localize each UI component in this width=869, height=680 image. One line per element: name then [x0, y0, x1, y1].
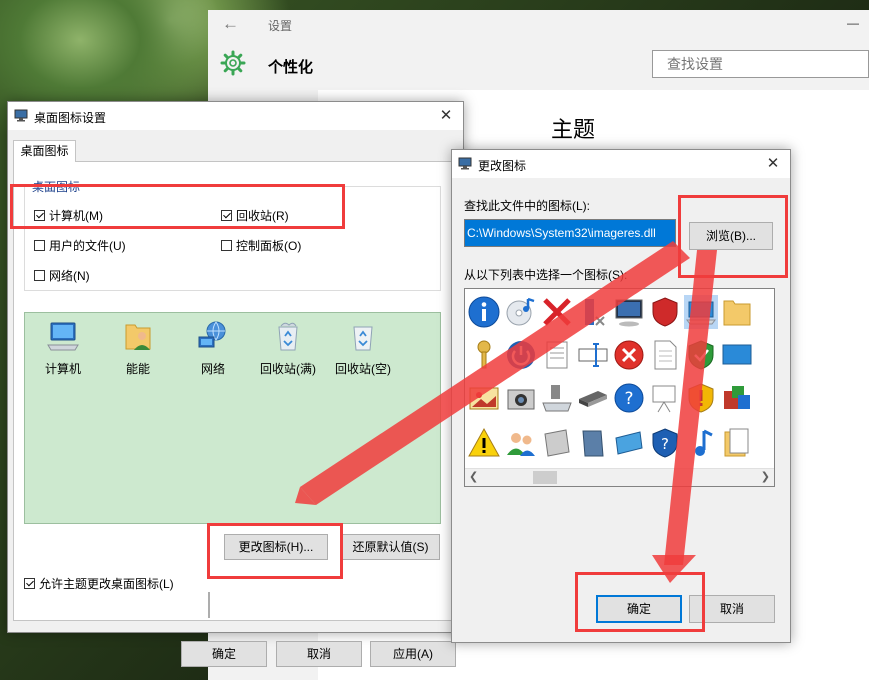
select-icon-label: 从以下列表中选择一个图标(S):: [464, 268, 628, 282]
svg-text:?: ?: [661, 435, 669, 453]
annotation-box-browse: [678, 195, 788, 278]
network-icon: [198, 321, 226, 348]
settings-window-title: 设置: [268, 19, 293, 33]
icon-label: 网络: [200, 362, 225, 376]
apply-button[interactable]: 应用(A): [370, 641, 456, 667]
key-icon[interactable]: [467, 338, 501, 372]
scanner-icon[interactable]: [576, 381, 610, 415]
annotation-box-checkboxes: [10, 184, 345, 229]
tab-desktop-icons[interactable]: 桌面图标: [13, 140, 76, 162]
icon-label: 能能: [125, 362, 150, 376]
icon-file-path-input[interactable]: C:\Windows\System32\imageres.dll: [464, 219, 676, 247]
settings-section-title: 个性化: [268, 59, 314, 76]
tower-icon[interactable]: [540, 426, 574, 460]
shield-help-icon[interactable]: ?: [648, 426, 682, 460]
checkbox-user-files[interactable]: 用户的文件(U): [34, 237, 126, 253]
restore-default-button[interactable]: 还原默认值(S): [341, 534, 440, 560]
settings-header: 个性化: [208, 40, 869, 90]
checkbox-network-box[interactable]: [34, 269, 45, 281]
icon-list[interactable]: ? ? ❮ ❯: [464, 288, 775, 487]
computer-icon: [47, 322, 79, 351]
checkbox-label: 网络(N): [49, 268, 90, 283]
checkbox-allow-theme-box[interactable]: [24, 577, 35, 589]
dialog-title: 桌面图标设置: [34, 111, 107, 125]
icon-label: 计算机: [44, 362, 81, 376]
close-icon[interactable]: ✕: [764, 154, 782, 172]
rename-field-icon[interactable]: [576, 338, 610, 372]
list-item[interactable]: 网络: [178, 319, 248, 377]
list-item[interactable]: 能能: [103, 319, 173, 377]
checkbox-network[interactable]: 网络(N): [34, 267, 90, 283]
annotation-box-ok: [575, 572, 705, 632]
recycle-bin-full-icon: [278, 322, 298, 351]
find-icon-label: 查找此文件中的图标(L):: [464, 199, 591, 213]
programs-icon[interactable]: [720, 381, 754, 415]
monitor-icon[interactable]: [612, 295, 646, 329]
users-icon[interactable]: [504, 426, 538, 460]
warning-icon[interactable]: [467, 426, 501, 460]
list-item[interactable]: 计算机: [28, 319, 98, 377]
documents-icon[interactable]: [720, 426, 754, 460]
screen-icon[interactable]: [720, 338, 754, 372]
shield-red-icon[interactable]: [648, 295, 682, 329]
shield-warning-icon[interactable]: [684, 381, 718, 415]
blank-document-icon[interactable]: [648, 338, 682, 372]
dialog-titlebar: 更改图标 ✕: [452, 150, 790, 178]
checkbox-control-panel-box[interactable]: [221, 239, 232, 251]
monitor-icon: [458, 157, 472, 170]
dialog-titlebar: 桌面图标设置 ✕: [8, 102, 463, 130]
camera-icon[interactable]: [504, 381, 538, 415]
list-item[interactable]: 回收站(满): [253, 319, 323, 377]
cancel-button[interactable]: 取消: [276, 641, 362, 667]
music-note-icon[interactable]: [684, 426, 718, 460]
desktop-icon-preview-list[interactable]: 计算机 能能 网络 回收站(满) 回收站(空): [24, 312, 441, 524]
folder-icon[interactable]: [720, 295, 754, 329]
list-item[interactable]: 回收站(空): [328, 319, 398, 377]
display-settings-icon[interactable]: [612, 426, 646, 460]
shield-green-icon[interactable]: [684, 338, 718, 372]
horizontal-scrollbar[interactable]: ❮ ❯: [465, 468, 774, 486]
help-icon[interactable]: ?: [612, 381, 646, 415]
close-icon[interactable]: ✕: [437, 106, 455, 124]
checkbox-allow-theme[interactable]: 允许主题更改桌面图标(L): [24, 575, 174, 591]
annotation-box-change-icon: [207, 523, 343, 579]
drive-icon[interactable]: [540, 381, 574, 415]
minimize-icon[interactable]: —: [843, 16, 863, 30]
search-input[interactable]: [665, 55, 860, 73]
power-icon[interactable]: [504, 338, 538, 372]
media-disc-icon[interactable]: [504, 295, 538, 329]
checkbox-label: 允许主题更改桌面图标(L): [39, 576, 174, 591]
gear-icon: [220, 50, 246, 76]
back-arrow-icon[interactable]: ←: [222, 14, 239, 34]
settings-titlebar: ← 设置 —: [208, 10, 869, 40]
checkbox-label: 控制面板(O): [236, 238, 302, 253]
checkbox-control-panel[interactable]: 控制面板(O): [221, 237, 301, 253]
content-title: 主题: [551, 117, 596, 142]
selected-monitor-icon[interactable]: [684, 295, 718, 329]
scroll-right-icon[interactable]: ❯: [761, 470, 770, 483]
presentation-icon[interactable]: [648, 381, 682, 415]
info-icon[interactable]: [467, 295, 501, 329]
user-folder-icon: [125, 324, 151, 350]
dialog-title: 更改图标: [478, 159, 527, 173]
picture-icon[interactable]: [467, 381, 501, 415]
svg-text:?: ?: [624, 389, 633, 409]
ok-button[interactable]: 确定: [181, 641, 267, 667]
icon-label: 回收站(空): [335, 362, 391, 376]
monitor-icon: [14, 109, 28, 122]
book-icon[interactable]: [576, 426, 610, 460]
search-box[interactable]: [652, 50, 869, 78]
error-icon[interactable]: [612, 338, 646, 372]
icon-label: 回收站(满): [260, 362, 316, 376]
scroll-left-icon[interactable]: ❮: [469, 470, 478, 483]
checkbox-user-files-box[interactable]: [34, 239, 45, 251]
blue-book-icon[interactable]: [576, 295, 610, 329]
scrollbar-thumb[interactable]: [533, 471, 557, 484]
checkbox-label: 用户的文件(U): [49, 238, 126, 253]
recycle-bin-empty-icon: [353, 326, 373, 351]
red-x-icon[interactable]: [540, 295, 574, 329]
document-list-icon[interactable]: [540, 338, 574, 372]
